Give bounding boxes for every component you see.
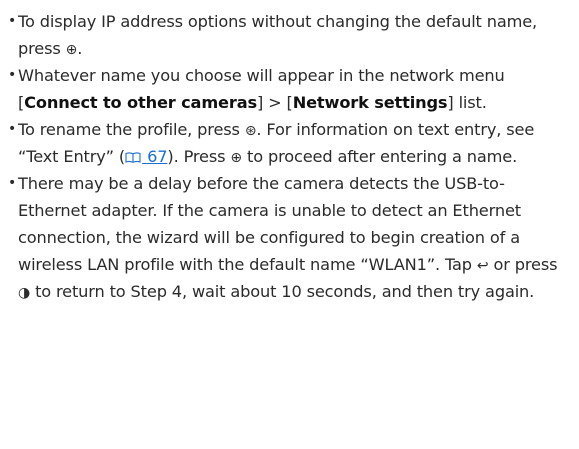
page-reference-link[interactable]: 67 <box>125 147 168 166</box>
book-icon <box>125 152 141 163</box>
bullet: • <box>8 13 17 29</box>
bullet: • <box>8 67 17 83</box>
menu-item-connect-to-other-cameras: Connect to other cameras <box>24 93 257 112</box>
note-text: to return to Step 4, wait about 10 secon… <box>30 282 535 301</box>
list-item: • Whatever name you choose will appear i… <box>8 62 567 116</box>
list-item: • To display IP address options without … <box>8 8 567 62</box>
zoom-in-button-icon: ⊕ <box>230 150 243 166</box>
note-text: . <box>77 39 83 58</box>
return-icon: ↩ <box>476 258 489 274</box>
note-text: There may be a delay before the camera d… <box>18 174 521 274</box>
list-item: • To rename the profile, press ⊛. For in… <box>8 116 567 170</box>
note-text: ). Press <box>167 147 231 166</box>
bullet: • <box>8 175 17 191</box>
note-text: to proceed after entering a name. <box>242 147 518 166</box>
note-text: To display IP address options without ch… <box>18 12 538 58</box>
menu-item-network-settings: Network settings <box>292 93 448 112</box>
page-reference-number[interactable]: 67 <box>147 147 167 166</box>
note-text: or press <box>488 255 558 274</box>
list-item: • There may be a delay before the camera… <box>8 170 567 305</box>
note-text: To rename the profile, press <box>18 120 245 139</box>
notes-list: • To display IP address options without … <box>8 8 567 305</box>
note-text: ] > [ <box>256 93 293 112</box>
bullet: • <box>8 121 17 137</box>
ok-button-icon: ⊛ <box>244 123 257 139</box>
zoom-in-button-icon: ⊕ <box>65 42 78 58</box>
multi-selector-icon: ◑ <box>18 285 31 301</box>
document-page: • To display IP address options without … <box>0 0 579 449</box>
note-text: ] list. <box>447 93 487 112</box>
